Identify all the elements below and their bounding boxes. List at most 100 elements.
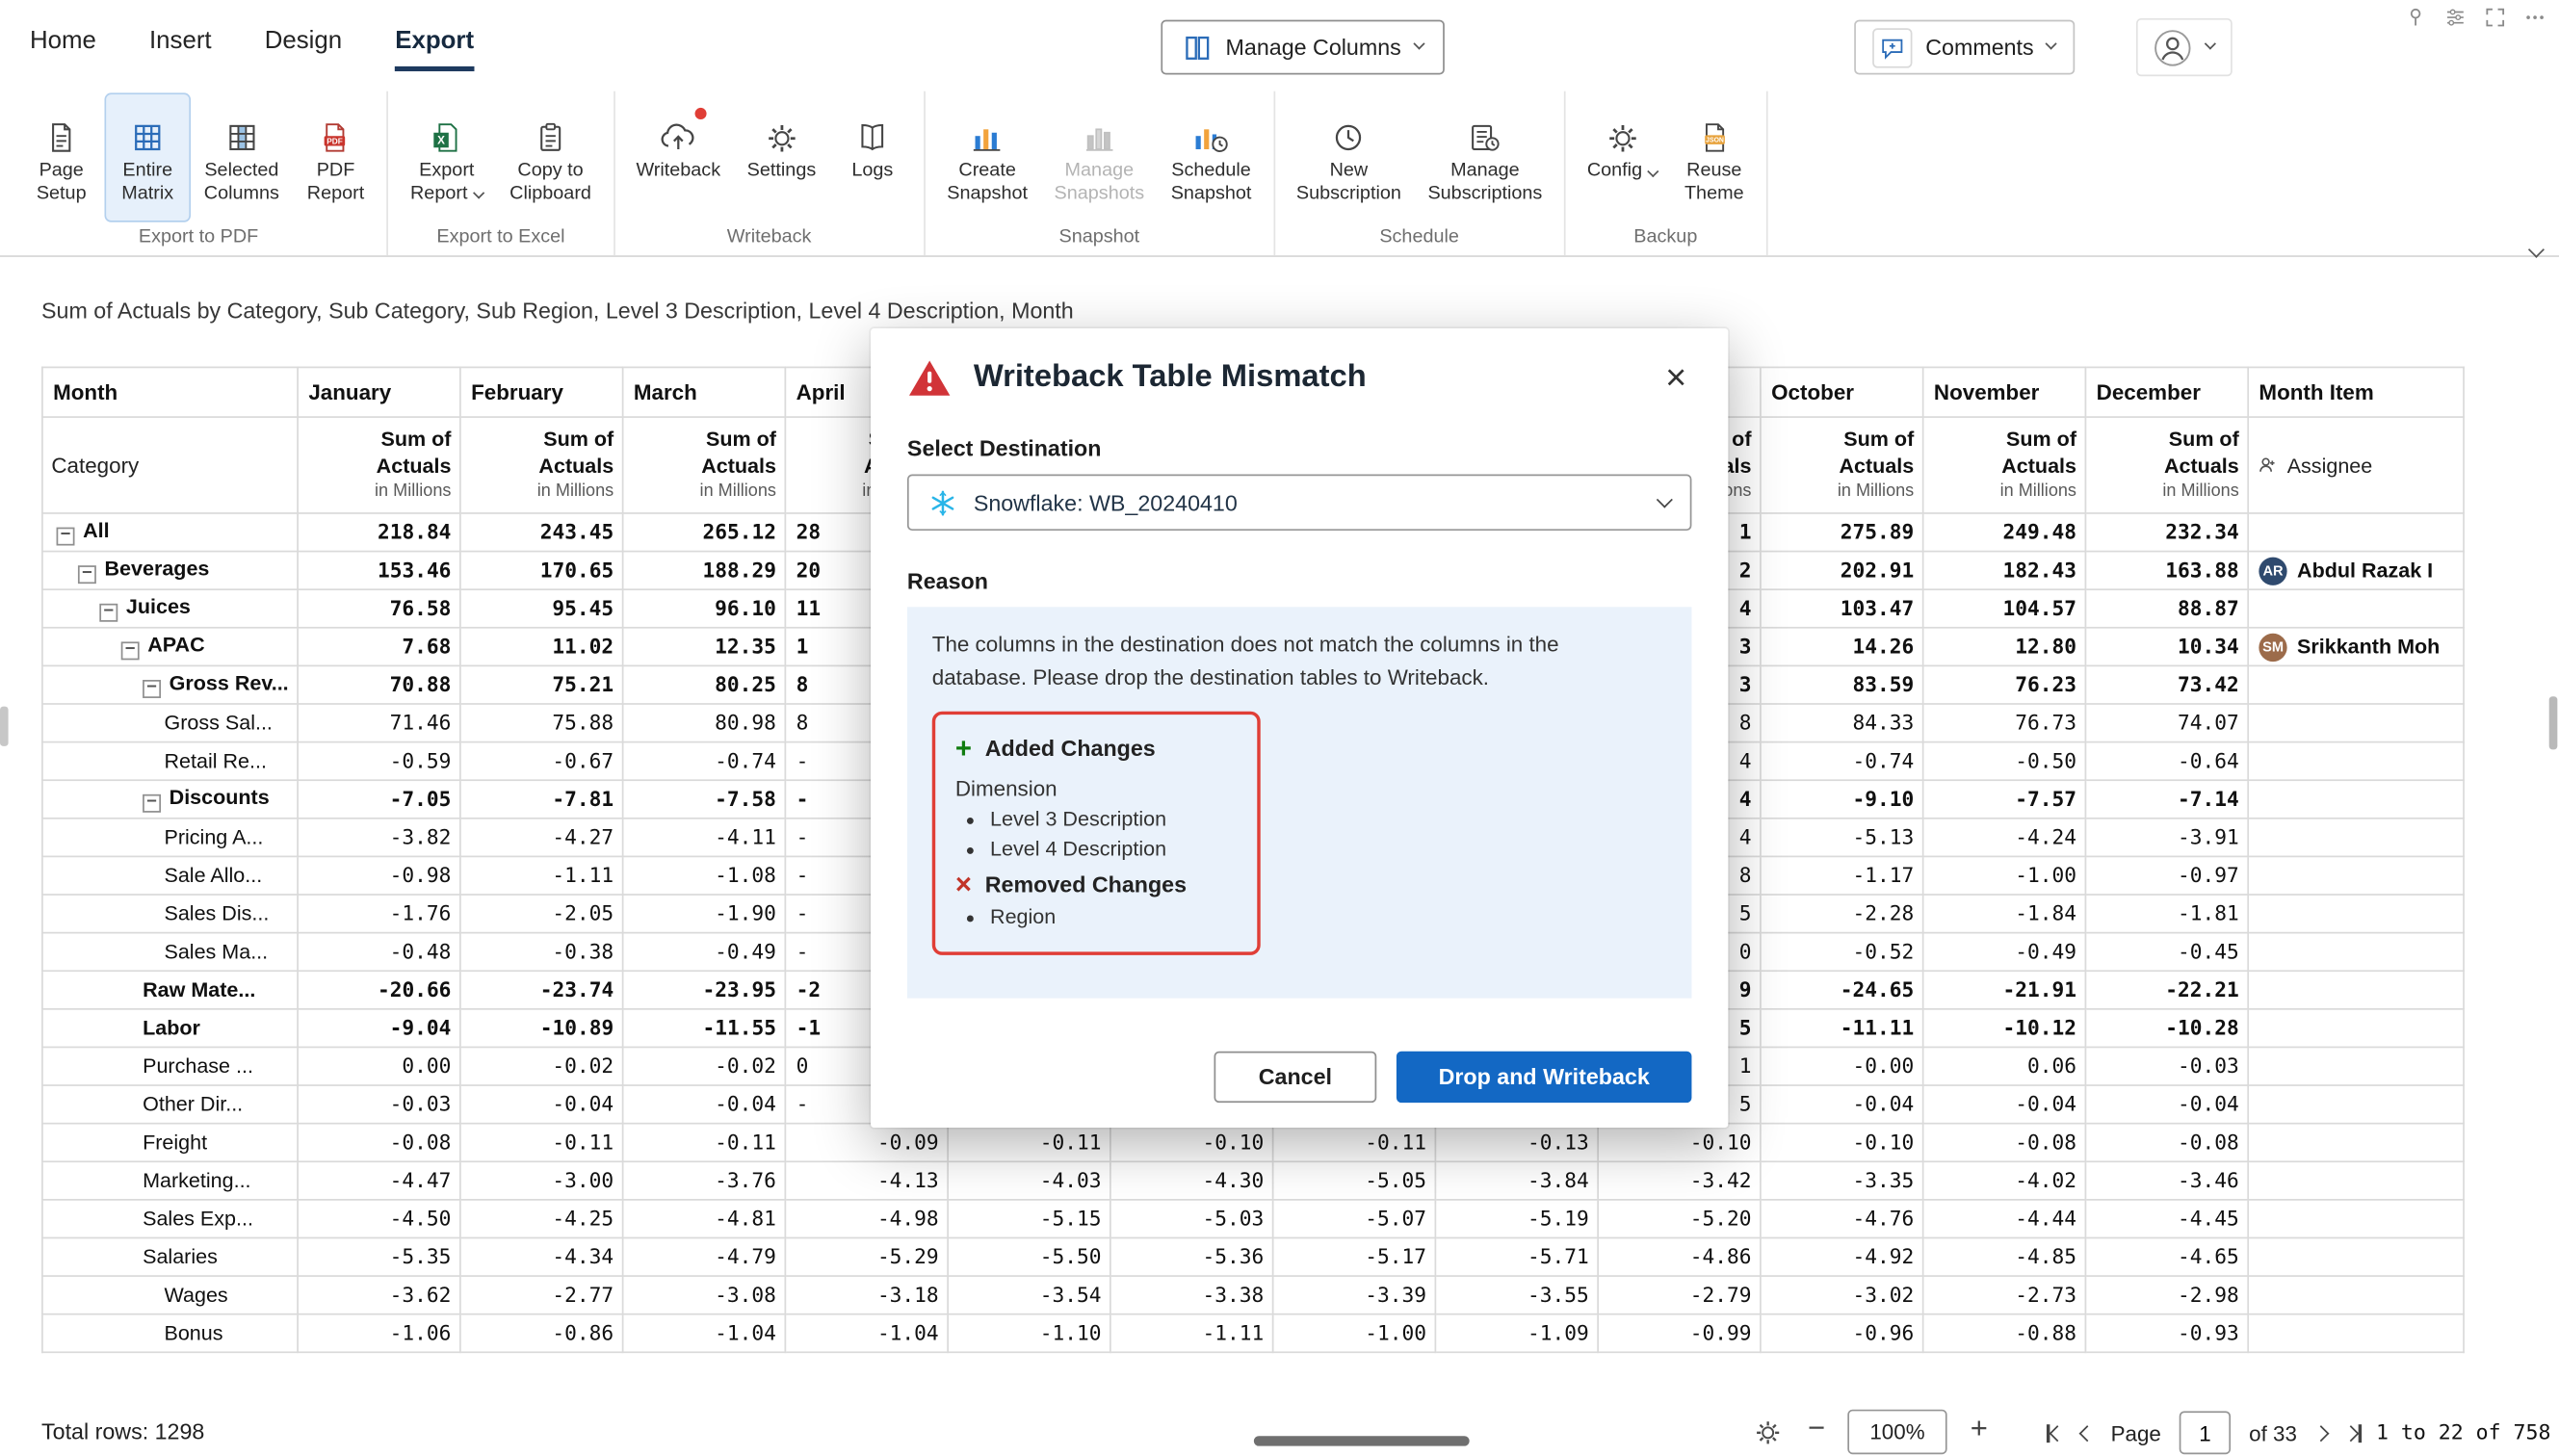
- matrix-cell[interactable]: -0.04: [1761, 1085, 1923, 1124]
- ribbon-button-writeback[interactable]: Writeback: [624, 94, 732, 221]
- matrix-cell[interactable]: -2.79: [1598, 1276, 1761, 1314]
- ribbon-button-export-report[interactable]: XExportReport: [399, 94, 495, 221]
- assignee-cell[interactable]: [2248, 665, 2464, 704]
- manage-columns-button[interactable]: Manage Columns: [1161, 20, 1445, 75]
- matrix-cell[interactable]: -0.74: [623, 742, 786, 781]
- matrix-cell[interactable]: 75.21: [460, 665, 623, 704]
- pin-icon[interactable]: [2405, 7, 2426, 28]
- matrix-cell[interactable]: -5.07: [1273, 1200, 1436, 1238]
- ribbon-button-new-subscription[interactable]: NewSubscription: [1285, 94, 1413, 221]
- collapse-icon[interactable]: −: [143, 793, 161, 812]
- ribbon-collapse-button[interactable]: [2531, 234, 2542, 264]
- matrix-cell[interactable]: -4.98: [785, 1200, 948, 1238]
- next-page-button[interactable]: [2315, 1427, 2327, 1439]
- assignee-cell[interactable]: [2248, 1200, 2464, 1238]
- matrix-cell[interactable]: 11.02: [460, 628, 623, 666]
- matrix-cell[interactable]: -0.49: [623, 933, 786, 972]
- row-label-purchase[interactable]: Purchase ...: [42, 1047, 298, 1085]
- matrix-cell[interactable]: -4.11: [623, 819, 786, 857]
- matrix-cell[interactable]: -3.38: [1110, 1276, 1273, 1314]
- row-label-apac[interactable]: −APAC: [42, 628, 298, 666]
- row-label-labor[interactable]: Labor: [42, 1009, 298, 1048]
- matrix-cell[interactable]: -0.08: [2085, 1124, 2248, 1162]
- matrix-cell[interactable]: 14.26: [1761, 628, 1923, 666]
- matrix-cell[interactable]: -0.11: [460, 1124, 623, 1162]
- matrix-cell[interactable]: 232.34: [2085, 513, 2248, 552]
- matrix-cell[interactable]: -3.18: [785, 1276, 948, 1314]
- matrix-cell[interactable]: -0.11: [1273, 1124, 1436, 1162]
- matrix-cell[interactable]: -5.05: [1273, 1161, 1436, 1200]
- matrix-cell[interactable]: 202.91: [1761, 552, 1923, 590]
- matrix-cell[interactable]: -1.00: [1923, 856, 2086, 895]
- matrix-cell[interactable]: 275.89: [1761, 513, 1923, 552]
- matrix-cell[interactable]: -4.44: [1923, 1200, 2086, 1238]
- matrix-cell[interactable]: 104.57: [1923, 589, 2086, 628]
- matrix-cell[interactable]: 188.29: [623, 552, 786, 590]
- ribbon-button-pdf-report[interactable]: PDFPDFReport: [294, 94, 377, 221]
- assignee-cell[interactable]: [2248, 1009, 2464, 1048]
- matrix-cell[interactable]: -11.55: [623, 1009, 786, 1048]
- row-label-other-dir[interactable]: Other Dir...: [42, 1085, 298, 1124]
- row-label-sales-dis[interactable]: Sales Dis...: [42, 895, 298, 933]
- ribbon-button-reuse-theme[interactable]: JSONReuseTheme: [1673, 94, 1756, 221]
- matrix-cell[interactable]: -1.84: [1923, 895, 2086, 933]
- matrix-cell[interactable]: -0.03: [298, 1085, 460, 1124]
- matrix-cell[interactable]: 76.58: [298, 589, 460, 628]
- ribbon-button-logs[interactable]: Logs: [831, 94, 914, 221]
- assignee-cell[interactable]: [2248, 1047, 2464, 1085]
- destination-select[interactable]: Snowflake: WB_20240410: [907, 474, 1692, 531]
- assignee-cell[interactable]: [2248, 819, 2464, 857]
- row-label-all[interactable]: −All: [42, 513, 298, 552]
- zoom-out-button[interactable]: −: [1808, 1411, 1825, 1445]
- collapse-icon[interactable]: −: [57, 527, 75, 545]
- matrix-cell[interactable]: -0.45: [2085, 933, 2248, 972]
- matrix-cell[interactable]: -0.04: [1923, 1085, 2086, 1124]
- row-label-salaries[interactable]: Salaries: [42, 1237, 298, 1276]
- matrix-cell[interactable]: -5.29: [785, 1237, 948, 1276]
- ribbon-button-create-snapshot[interactable]: CreateSnapshot: [935, 94, 1039, 221]
- matrix-cell[interactable]: 84.33: [1761, 704, 1923, 742]
- matrix-cell[interactable]: -5.15: [948, 1200, 1110, 1238]
- matrix-cell[interactable]: 74.07: [2085, 704, 2248, 742]
- assignee-cell[interactable]: [2248, 1124, 2464, 1162]
- matrix-cell[interactable]: 170.65: [460, 552, 623, 590]
- matrix-cell[interactable]: -0.74: [1761, 742, 1923, 781]
- tab-insert[interactable]: Insert: [149, 27, 212, 71]
- collapse-icon[interactable]: −: [78, 565, 96, 584]
- matrix-cell[interactable]: -2.05: [460, 895, 623, 933]
- matrix-cell[interactable]: -0.97: [2085, 856, 2248, 895]
- matrix-cell[interactable]: -7.05: [298, 780, 460, 819]
- assignee-cell[interactable]: [2248, 933, 2464, 972]
- row-label-discounts[interactable]: −Discounts: [42, 780, 298, 819]
- matrix-cell[interactable]: -22.21: [2085, 971, 2248, 1009]
- left-edge-handle[interactable]: [0, 707, 9, 746]
- matrix-cell[interactable]: -10.28: [2085, 1009, 2248, 1048]
- assignee-cell[interactable]: [2248, 1314, 2464, 1353]
- matrix-cell[interactable]: -0.48: [298, 933, 460, 972]
- matrix-cell[interactable]: -24.65: [1761, 971, 1923, 1009]
- matrix-cell[interactable]: -1.17: [1761, 856, 1923, 895]
- matrix-cell[interactable]: -7.81: [460, 780, 623, 819]
- matrix-cell[interactable]: -9.10: [1761, 780, 1923, 819]
- matrix-cell[interactable]: -4.25: [460, 1200, 623, 1238]
- matrix-cell[interactable]: -0.98: [298, 856, 460, 895]
- last-page-button[interactable]: [2345, 1423, 2362, 1442]
- matrix-cell[interactable]: -0.09: [785, 1124, 948, 1162]
- matrix-cell[interactable]: -1.06: [298, 1314, 460, 1353]
- matrix-cell[interactable]: -5.35: [298, 1237, 460, 1276]
- matrix-cell[interactable]: -4.92: [1761, 1237, 1923, 1276]
- horizontal-scrollbar-thumb[interactable]: [1254, 1436, 1470, 1445]
- matrix-cell[interactable]: 71.46: [298, 704, 460, 742]
- zoom-level[interactable]: 100%: [1847, 1410, 1946, 1454]
- matrix-cell[interactable]: -2.98: [2085, 1276, 2248, 1314]
- matrix-cell[interactable]: -0.03: [2085, 1047, 2248, 1085]
- matrix-cell[interactable]: -0.86: [460, 1314, 623, 1353]
- comments-button[interactable]: Comments: [1854, 20, 2074, 75]
- matrix-cell[interactable]: -1.04: [785, 1314, 948, 1353]
- matrix-cell[interactable]: 88.87: [2085, 589, 2248, 628]
- matrix-cell[interactable]: -0.88: [1923, 1314, 2086, 1353]
- assignee-cell[interactable]: [2248, 1276, 2464, 1314]
- matrix-cell[interactable]: -3.42: [1598, 1161, 1761, 1200]
- matrix-cell[interactable]: -4.34: [460, 1237, 623, 1276]
- collapse-icon[interactable]: −: [143, 680, 161, 698]
